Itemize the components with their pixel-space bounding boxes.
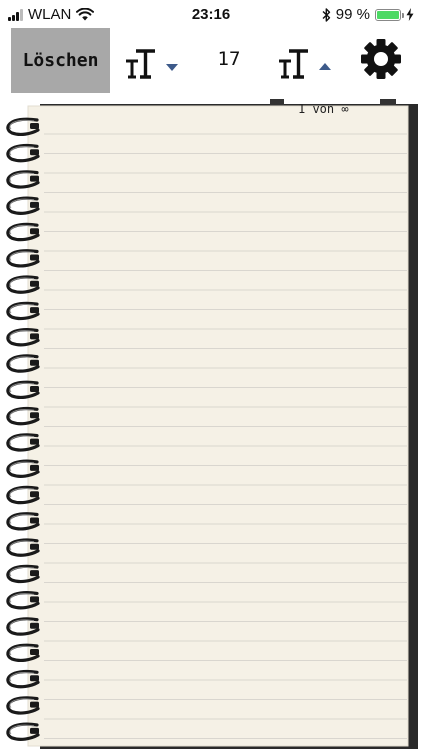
decrease-font-button[interactable] — [125, 42, 185, 82]
increase-font-button[interactable] — [278, 42, 338, 82]
battery-icon — [375, 8, 404, 21]
status-right: 99 % — [322, 6, 414, 23]
charging-icon — [406, 8, 414, 21]
toolbar: Löschen 17 — [0, 28, 422, 94]
page-indicator: 1 von ∞ — [298, 102, 349, 116]
decrease-font-icon — [126, 49, 178, 79]
bluetooth-icon — [322, 7, 330, 22]
battery-percent: 99 % — [335, 6, 370, 23]
font-size-value: 17 — [217, 48, 241, 70]
notebook: 1 von ∞ — [0, 96, 422, 750]
status-bar: WLAN 23:16 99 % — [0, 0, 422, 30]
clear-button[interactable]: Löschen — [11, 28, 110, 93]
battery-fill — [377, 10, 399, 19]
settings-gear-icon[interactable] — [360, 38, 402, 80]
notebook-art — [6, 99, 418, 749]
increase-font-icon — [279, 49, 331, 79]
